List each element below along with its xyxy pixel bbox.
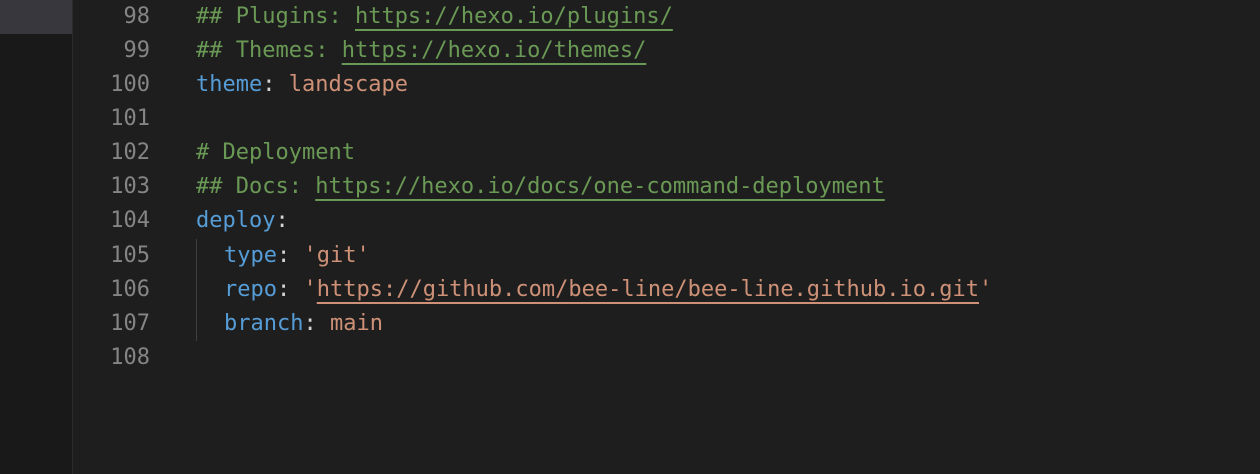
colon: :	[276, 243, 304, 268]
code-line-104[interactable]: deploy:	[196, 204, 289, 238]
selected-item-highlight[interactable]	[0, 0, 72, 34]
line-number: 98	[123, 4, 151, 29]
colon: :	[303, 311, 330, 336]
line-number: 107	[110, 311, 150, 336]
line-number: 106	[110, 277, 150, 302]
line-number: 99	[123, 38, 151, 63]
yaml-value: landscape	[288, 72, 408, 97]
colon: :	[275, 208, 289, 233]
comment-text: ## Docs:	[196, 174, 316, 199]
yaml-key: deploy	[196, 208, 276, 233]
yaml-key: branch	[224, 311, 304, 336]
line-number: 102	[110, 140, 150, 165]
code-line-103[interactable]: ## Docs: https://hexo.io/docs/one-comman…	[196, 170, 885, 204]
repo-link[interactable]: https://github.com/bee-line/bee-line.git…	[317, 277, 979, 302]
yaml-value: main	[329, 311, 383, 336]
line-number: 108	[110, 345, 150, 370]
yaml-value: 'git'	[303, 243, 370, 268]
colon: :	[276, 277, 304, 302]
yaml-key: repo	[224, 277, 277, 302]
themes-link[interactable]: https://hexo.io/themes/	[342, 38, 647, 63]
side-panel	[0, 0, 73, 474]
quote: '	[979, 277, 993, 302]
code-line-100[interactable]: theme: landscape	[196, 68, 408, 102]
colon: :	[262, 72, 289, 97]
plugins-link[interactable]: https://hexo.io/plugins/	[355, 4, 673, 29]
line-number: 103	[110, 174, 150, 199]
line-number: 100	[110, 72, 150, 97]
code-line-99[interactable]: ## Themes: https://hexo.io/themes/	[196, 34, 646, 68]
code-area[interactable]: ## Plugins: https://hexo.io/plugins/ ## …	[196, 0, 1260, 474]
code-line-98[interactable]: ## Plugins: https://hexo.io/plugins/	[196, 0, 673, 34]
code-line-102[interactable]: # Deployment	[196, 136, 355, 170]
comment-text: ## Plugins:	[196, 4, 355, 29]
yaml-key: type	[224, 243, 277, 268]
yaml-key: theme	[196, 72, 263, 97]
docs-link[interactable]: https://hexo.io/docs/one-command-deploym…	[315, 174, 885, 199]
comment-text: # Deployment	[196, 140, 355, 165]
comment-text: ## Themes:	[196, 38, 342, 63]
line-number: 101	[110, 106, 150, 131]
code-line-106[interactable]: repo: 'https://github.com/bee-line/bee-l…	[196, 273, 992, 307]
code-editor[interactable]: 98 99 100 101 102 103 104 105 106 107 10…	[0, 0, 1260, 474]
line-number: 104	[110, 208, 150, 233]
line-number-gutter: 98 99 100 101 102 103 104 105 106 107 10…	[74, 0, 164, 474]
code-line-107[interactable]: branch: main	[196, 307, 383, 341]
line-number: 105	[110, 243, 150, 268]
quote: '	[303, 277, 317, 302]
code-line-105[interactable]: type: 'git'	[196, 239, 370, 273]
